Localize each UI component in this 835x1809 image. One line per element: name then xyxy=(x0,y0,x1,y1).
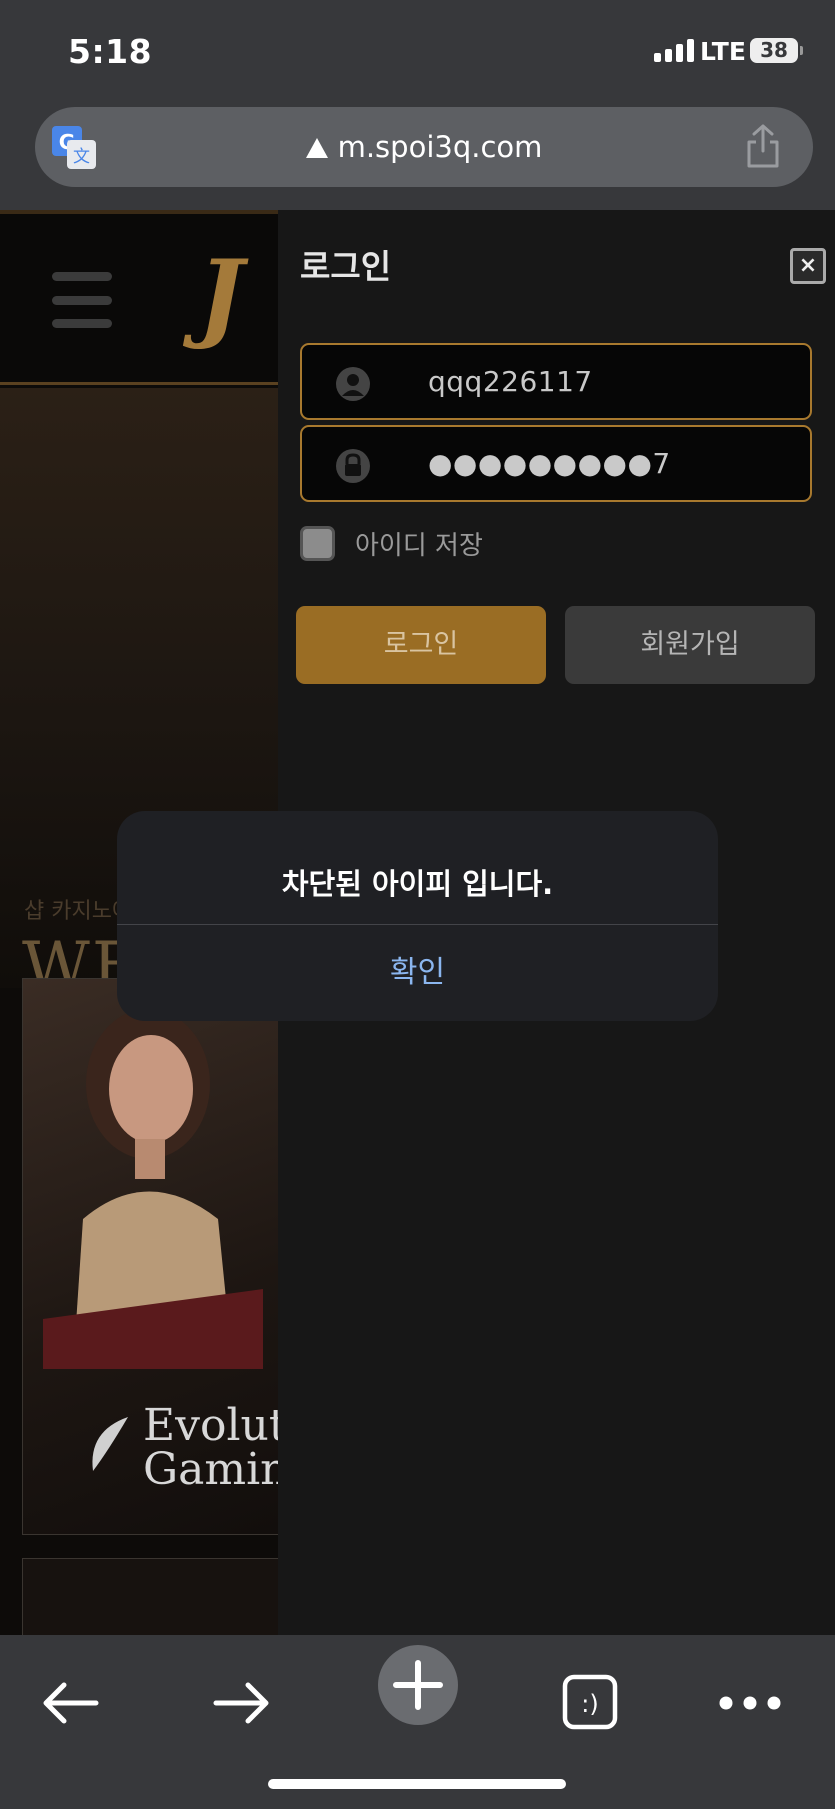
card-brand-line2: Gamin xyxy=(143,1444,280,1495)
svg-text::): :) xyxy=(581,1690,598,1718)
remember-checkbox[interactable] xyxy=(300,526,335,561)
forward-arrow-icon[interactable] xyxy=(202,1663,282,1743)
username-field[interactable]: qqq226117 xyxy=(300,343,812,420)
card-brand-line1: Evoluti xyxy=(143,1400,279,1451)
login-title: 로그인 xyxy=(300,247,392,286)
home-indicator[interactable] xyxy=(268,1779,566,1789)
close-button[interactable]: × xyxy=(790,248,826,284)
new-tab-button[interactable] xyxy=(378,1645,458,1725)
site-logo[interactable]: J xyxy=(198,239,243,352)
lock-icon xyxy=(336,449,370,483)
username-value: qqq226117 xyxy=(428,365,593,398)
alert-confirm-button[interactable]: 확인 xyxy=(117,924,718,1021)
status-bar: 5:18 LTE 38 xyxy=(0,0,835,100)
login-button[interactable]: 로그인 xyxy=(296,606,546,684)
url-value: m.spoi3q.com xyxy=(337,130,543,164)
address-bar[interactable]: G 文 m.spoi3q.com xyxy=(35,107,813,187)
signup-button[interactable]: 회원가입 xyxy=(565,606,815,684)
password-value: ●●●●●●●●●7 xyxy=(428,447,671,480)
evolution-logo-icon xyxy=(92,1417,128,1471)
more-icon[interactable] xyxy=(710,1663,790,1743)
game-card-evolution[interactable]: Evoluti Gamin xyxy=(22,978,280,1535)
plus-icon xyxy=(393,1660,443,1710)
status-time: 5:18 xyxy=(68,32,153,71)
alert-dialog: 차단된 아이피 입니다. 확인 xyxy=(117,811,718,1021)
url-text[interactable]: m.spoi3q.com xyxy=(35,130,813,164)
signal-icon xyxy=(654,38,694,62)
card-brand: Evoluti Gamin xyxy=(143,1400,280,1495)
browser-address-area: G 文 m.spoi3q.com xyxy=(0,100,835,210)
browser-toolbar: :) xyxy=(0,1635,835,1809)
menu-icon[interactable] xyxy=(52,272,112,328)
warning-icon xyxy=(305,138,328,158)
tabs-icon[interactable]: :) xyxy=(550,1663,630,1743)
remember-label: 아이디 저장 xyxy=(355,531,483,561)
game-card-second[interactable] xyxy=(22,1558,280,1635)
password-field[interactable]: ●●●●●●●●●7 xyxy=(300,425,812,502)
user-icon xyxy=(336,367,370,401)
remember-id-option[interactable]: 아이디 저장 xyxy=(300,525,483,562)
battery-icon: 38 xyxy=(750,38,803,63)
site-header: J xyxy=(0,210,280,385)
alert-message: 차단된 아이피 입니다. xyxy=(281,867,554,901)
back-arrow-icon[interactable] xyxy=(30,1663,110,1743)
dealer-image xyxy=(43,1009,263,1369)
network-type: LTE xyxy=(700,37,746,66)
share-icon[interactable] xyxy=(743,123,783,169)
